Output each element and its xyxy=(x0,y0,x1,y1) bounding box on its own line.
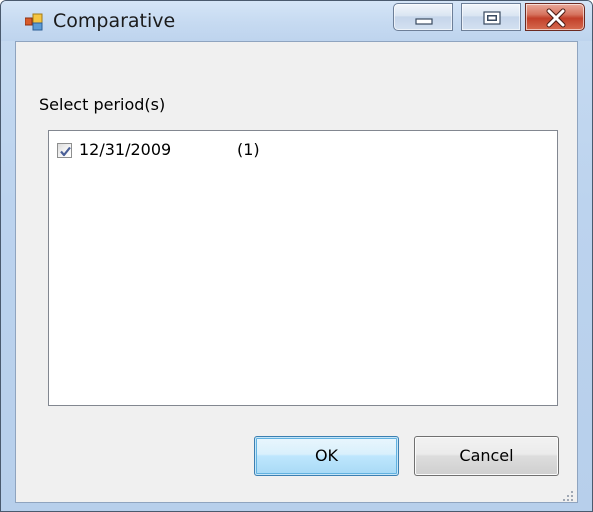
maximize-button[interactable] xyxy=(461,3,521,31)
app-window-icon xyxy=(24,13,43,31)
ok-button[interactable]: OK xyxy=(254,436,399,476)
cancel-button[interactable]: Cancel xyxy=(414,436,559,476)
close-button[interactable] xyxy=(525,3,585,31)
minimize-button[interactable] xyxy=(393,3,453,31)
close-icon xyxy=(546,8,566,28)
periods-checklist[interactable]: 12/31/2009 (1) xyxy=(48,130,558,406)
resize-grip-icon[interactable] xyxy=(562,487,574,501)
period-checkbox[interactable] xyxy=(57,143,72,158)
list-item[interactable]: 12/31/2009 (1) xyxy=(57,140,537,162)
select-periods-label: Select period(s) xyxy=(39,95,166,114)
checkmark-icon xyxy=(60,146,71,157)
period-date: 12/31/2009 xyxy=(79,140,172,159)
maximize-icon xyxy=(483,11,501,25)
period-count: (1) xyxy=(237,140,260,159)
window-title: Comparative xyxy=(53,10,176,32)
title-bar[interactable]: Comparative xyxy=(1,1,592,41)
minimize-icon xyxy=(415,18,433,25)
dialog-window: Comparative Select period(s) 12/31/2009 … xyxy=(0,0,593,512)
